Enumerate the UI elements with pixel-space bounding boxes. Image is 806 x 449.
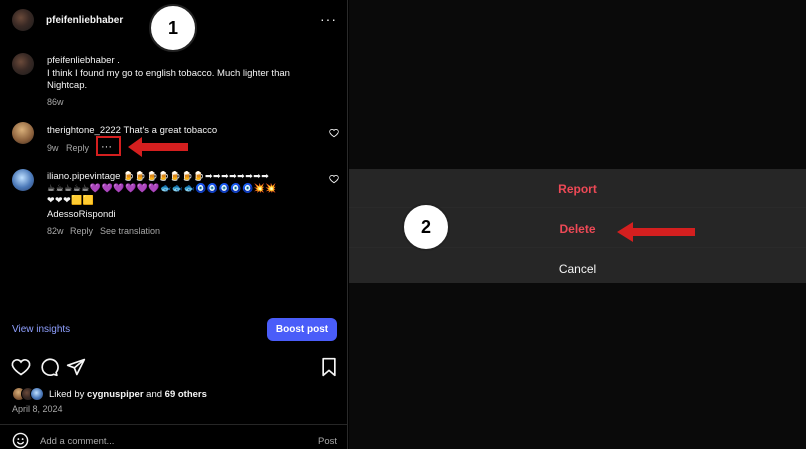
comment-2-reply-button[interactable]: Reply: [70, 226, 93, 236]
annotation-arrow-2: [617, 222, 695, 242]
comment-1-username[interactable]: therightone_2222: [47, 125, 121, 136]
comment-2-emoji-line-3: ❤❤❤🟨🟨: [47, 195, 95, 205]
save-icon[interactable]: [320, 357, 338, 377]
comment-2-emoji-line-2: ☕☕☕☕☕💜💜💜💜💜💜🐟🐟🐟🧿🧿🧿🧿🧿💥💥: [47, 183, 278, 193]
comment-2-like-icon[interactable]: [329, 174, 339, 184]
caption-avatar[interactable]: [12, 53, 34, 75]
caption-line-1: I think I found my go to english tobacco…: [47, 68, 290, 79]
comment-icon[interactable]: [39, 357, 59, 377]
caption-author[interactable]: pfeifenliebhaber .: [47, 55, 120, 66]
share-icon[interactable]: [66, 357, 86, 377]
annotation-step-2: 2: [402, 203, 450, 251]
caption-time: 86w: [47, 97, 64, 107]
comment-2-time: 82w: [47, 226, 64, 236]
comment-1-text: That's a great tobacco: [123, 125, 218, 136]
caption-line-2: Nightcap.: [47, 80, 88, 91]
post-comment-button[interactable]: Post: [318, 436, 337, 447]
comment-2-translation-link[interactable]: See translation: [100, 226, 160, 236]
annotation-arrow-1: [128, 137, 188, 157]
comment-2-emoji-line-1: 🍺🍺🍺🍺🍺🍺🍺➡➡➡➡➡➡➡➡: [123, 171, 270, 181]
cancel-option[interactable]: Cancel: [349, 249, 806, 289]
annotation-step-1: 1: [149, 4, 197, 52]
comment-2-line-1: iliano.pipevintage 🍺🍺🍺🍺🍺🍺🍺➡➡➡➡➡➡➡➡: [47, 171, 269, 182]
comment-1-like-icon[interactable]: [329, 128, 339, 138]
post-options-icon[interactable]: ···: [320, 11, 337, 27]
comment-2-username[interactable]: iliano.pipevintage: [47, 171, 120, 182]
likes-prefix: Liked by: [49, 389, 88, 400]
comment-1-time: 9w: [47, 143, 59, 153]
likes-summary[interactable]: Liked by cygnuspiper and 69 others: [49, 389, 207, 400]
add-comment-input[interactable]: Add a comment...: [40, 436, 114, 447]
likes-user[interactable]: cygnuspiper: [87, 389, 144, 400]
report-option[interactable]: Report: [349, 169, 806, 209]
commenter-avatar-1[interactable]: [12, 122, 34, 144]
comment-1-reply-button[interactable]: Reply: [66, 143, 89, 153]
author-avatar[interactable]: [12, 9, 34, 31]
comment-2-text: AdessoRispondi: [47, 209, 116, 220]
commenter-avatar-2[interactable]: [12, 169, 34, 191]
post-date: April 8, 2024: [12, 404, 63, 414]
author-username[interactable]: pfeifenliebhaber: [46, 15, 123, 26]
comment-1: therightone_2222 That's a great tobacco: [47, 125, 217, 136]
view-insights-link[interactable]: View insights: [12, 324, 70, 335]
likes-others[interactable]: 69 others: [165, 389, 207, 400]
boost-post-button[interactable]: Boost post: [267, 318, 337, 341]
emoji-icon[interactable]: [12, 432, 29, 449]
like-icon[interactable]: [11, 357, 31, 377]
comment-divider: [0, 424, 347, 425]
likes-joiner: and: [143, 389, 165, 400]
liker-avatar-3: [30, 387, 44, 401]
annotation-highlight-box: [96, 136, 121, 156]
